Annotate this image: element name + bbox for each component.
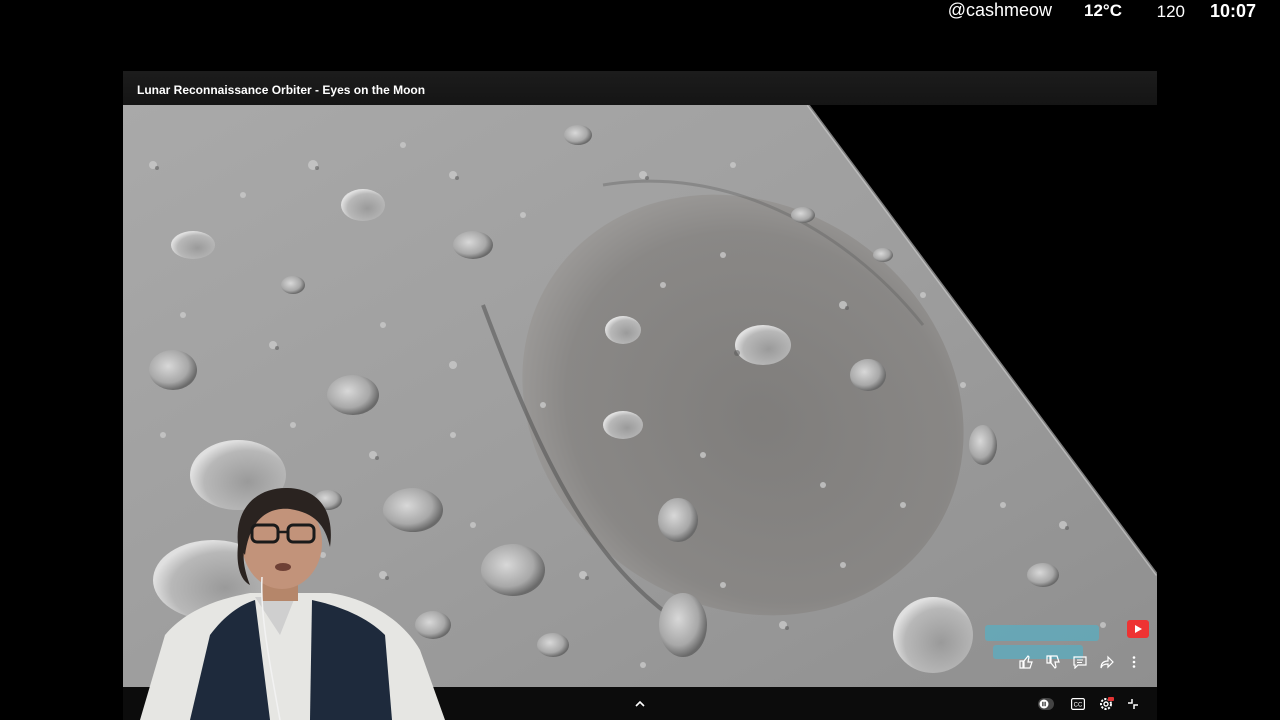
viewer-count: 120 [1156,2,1185,21]
thumbs-down-icon[interactable] [1044,653,1062,671]
stream-status-bar: @cashmeow 12°C 120 10:07 [880,0,1280,24]
thumbs-up-icon[interactable] [1017,653,1035,671]
comment-icon[interactable] [1071,653,1089,671]
video-title: Lunar Reconnaissance Orbiter - Eyes on t… [137,83,426,97]
video-action-row [1017,653,1143,671]
share-icon[interactable] [1098,653,1116,671]
svg-text:CC: CC [1074,703,1083,709]
screen: @cashmeow 12°C 120 10:07 Lunar Reconnais… [0,0,1280,720]
exit-fullscreen-icon[interactable] [1124,695,1142,713]
channel-handle: @cashmeow [947,0,1052,20]
captions-icon[interactable]: CC [1069,695,1087,713]
pause-toggle-icon[interactable] [1037,695,1055,713]
youtube-play-icon[interactable] [1127,620,1149,638]
chevron-up-icon[interactable] [631,695,649,713]
clock-time: 10:07 [1209,1,1256,21]
video-title-bar: Lunar Reconnaissance Orbiter - Eyes on t… [123,71,1157,105]
temperature-readout: 12°C [1084,1,1122,20]
more-vert-icon[interactable] [1125,653,1143,671]
settings-icon[interactable] [1097,695,1115,713]
webcam-presenter [130,485,450,720]
